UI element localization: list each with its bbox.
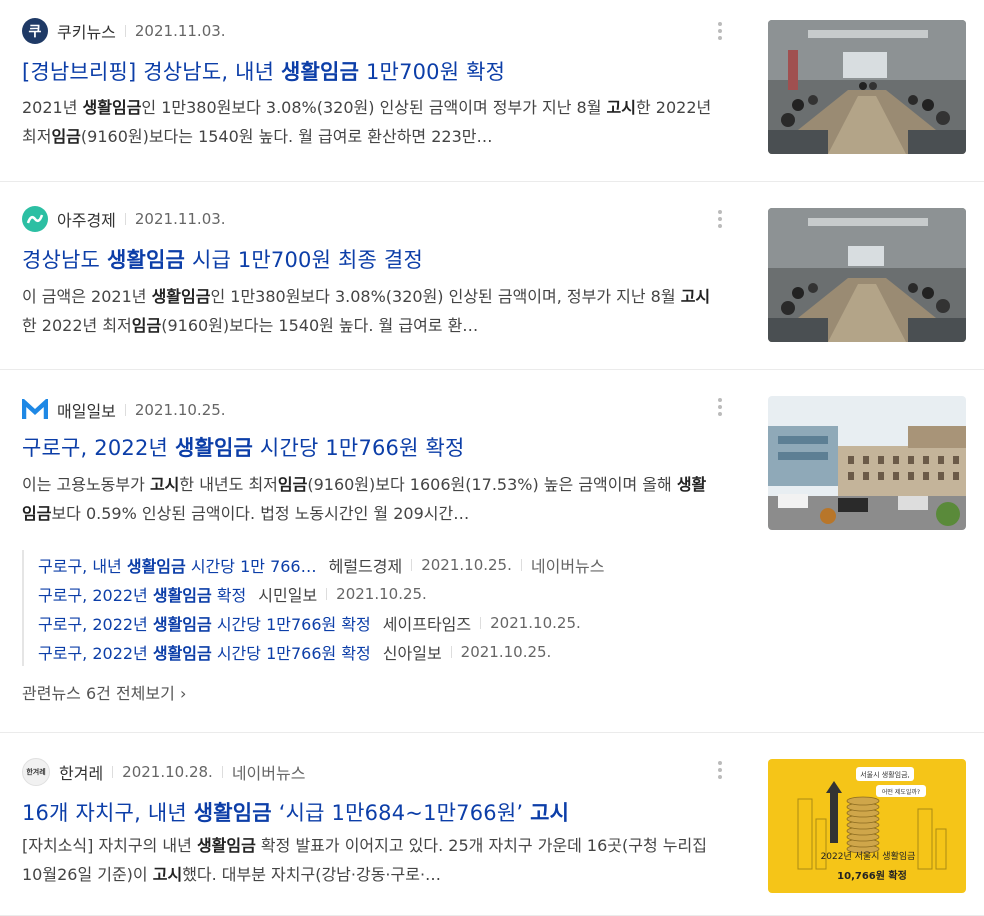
related-date: 2021.10.25. <box>336 584 427 603</box>
article-description[interactable]: 2021년 생활임금인 1만380원보다 3.08%(320원) 인상된 금액이… <box>22 93 720 151</box>
office-building-image <box>768 396 966 530</box>
chevron-right-icon: › <box>179 684 187 703</box>
separator <box>124 213 126 225</box>
related-news-item: 구로구, 2022년 생활임금 시간당 1만766원 확정 신아일보 2021.… <box>38 637 604 666</box>
press-name[interactable]: 한겨레 <box>59 760 103 784</box>
related-date: 2021.10.25. <box>460 642 552 661</box>
article-title[interactable]: 구로구, 2022년 생활임금 시간당 1만766원 확정 <box>22 432 465 462</box>
separator <box>450 645 452 658</box>
article-title[interactable]: 16개 자치구, 내년 생활임금 ‘시급 1만684~1만766원’ 고시 <box>22 797 569 827</box>
press-logo[interactable] <box>22 206 48 232</box>
press-logo-text: 한겨레 <box>26 768 46 776</box>
naver-news-link[interactable]: 네이버뉴스 <box>531 553 605 577</box>
infographic-text-3: 2022년 서울시 생활임금 <box>821 850 916 862</box>
related-news-more-link[interactable]: 관련뉴스 6건 전체보기 › <box>22 680 186 704</box>
related-news-list: 구로구, 내년 생활임금 시간당 1만 766… 헤럴드경제 2021.10.2… <box>22 550 604 666</box>
source-row: 아주경제 2021.11.03. <box>22 206 226 232</box>
infographic-text-1: 서울시 생활임금, <box>860 770 910 779</box>
more-options-icon[interactable] <box>716 761 724 779</box>
press-logo-text: 쿠 <box>28 24 42 40</box>
separator <box>411 558 413 571</box>
article-date: 2021.10.28. <box>122 763 213 781</box>
related-date: 2021.10.25. <box>490 613 581 632</box>
related-news-item: 구로구, 내년 생활임금 시간당 1만 766… 헤럴드경제 2021.10.2… <box>38 550 604 579</box>
news-item: 매일일보 2021.10.25. 구로구, 2022년 생활임금 시간당 1만7… <box>0 370 984 733</box>
related-press-name[interactable]: 세이프타임즈 <box>383 611 471 635</box>
aju-logo-icon <box>26 214 44 224</box>
separator <box>124 404 126 416</box>
source-row: 매일일보 2021.10.25. <box>22 397 226 423</box>
source-row: 쿠 쿠키뉴스 2021.11.03. <box>22 18 226 44</box>
article-date: 2021.11.03. <box>134 210 226 228</box>
article-date: 2021.10.25. <box>134 401 226 419</box>
naver-news-link[interactable]: 네이버뉴스 <box>232 760 306 784</box>
related-news-item: 구로구, 2022년 생활임금 확정 시민일보 2021.10.25. <box>38 579 604 608</box>
press-logo[interactable] <box>22 397 48 423</box>
article-thumbnail[interactable] <box>768 208 966 342</box>
separator <box>124 25 126 37</box>
more-options-icon[interactable] <box>716 398 724 416</box>
more-options-icon[interactable] <box>716 210 724 228</box>
press-name[interactable]: 쿠키뉴스 <box>57 19 116 43</box>
article-thumbnail[interactable] <box>768 20 966 154</box>
related-press-name[interactable]: 시민일보 <box>258 582 317 606</box>
related-news-item: 구로구, 2022년 생활임금 시간당 1만766원 확정 세이프타임즈 202… <box>38 608 604 637</box>
meeting-room-image <box>768 208 966 342</box>
related-news-title[interactable]: 구로구, 2022년 생활임금 확정 <box>38 582 246 606</box>
separator <box>520 558 522 571</box>
maeil-logo-icon <box>22 399 48 419</box>
separator <box>112 766 114 778</box>
article-title[interactable]: [경남브리핑] 경상남도, 내년 생활임금 1만700원 확정 <box>22 56 505 86</box>
meeting-room-image <box>768 20 966 154</box>
article-title[interactable]: 경상남도 생활임금 시급 1만700원 최종 결정 <box>22 244 423 274</box>
news-item: 한겨레 한겨레 2021.10.28. 네이버뉴스 16개 자치구, 내년 생활… <box>0 733 984 916</box>
related-press-name[interactable]: 헤럴드경제 <box>329 553 403 577</box>
press-name[interactable]: 매일일보 <box>57 398 116 422</box>
news-item: 쿠 쿠키뉴스 2021.11.03. [경남브리핑] 경상남도, 내년 생활임금… <box>0 0 984 182</box>
related-news-title[interactable]: 구로구, 2022년 생활임금 시간당 1만766원 확정 <box>38 611 371 635</box>
infographic-text-2: 어떤 제도일까? <box>882 788 920 796</box>
article-description[interactable]: 이는 고용노동부가 고시한 내년도 최저임금(9160원)보다 1606원(17… <box>22 470 720 528</box>
source-row: 한겨레 한겨레 2021.10.28. 네이버뉴스 <box>22 758 306 786</box>
related-news-title[interactable]: 구로구, 2022년 생활임금 시간당 1만766원 확정 <box>38 640 371 664</box>
separator <box>480 616 482 629</box>
related-date: 2021.10.25. <box>421 555 512 574</box>
press-logo[interactable]: 쿠 <box>22 18 48 44</box>
related-news-title[interactable]: 구로구, 내년 생활임금 시간당 1만 766… <box>38 553 317 577</box>
article-thumbnail[interactable] <box>768 396 966 530</box>
article-thumbnail[interactable]: 서울시 생활임금, 어떤 제도일까? 2022년 서울시 생활임금 10,766… <box>768 759 966 893</box>
more-options-icon[interactable] <box>716 22 724 40</box>
infographic-text-4: 10,766원 확정 <box>837 869 907 882</box>
separator <box>221 766 223 778</box>
news-item: 아주경제 2021.11.03. 경상남도 생활임금 시급 1만700원 최종 … <box>0 182 984 370</box>
living-wage-infographic-image: 서울시 생활임금, 어떤 제도일까? 2022년 서울시 생활임금 10,766… <box>768 759 966 893</box>
related-press-name[interactable]: 신아일보 <box>383 640 442 664</box>
press-logo[interactable]: 한겨레 <box>22 758 50 786</box>
article-description[interactable]: 이 금액은 2021년 생활임금인 1만380원보다 3.08%(320원) 인… <box>22 282 720 340</box>
article-date: 2021.11.03. <box>134 22 226 40</box>
separator <box>326 587 328 600</box>
press-name[interactable]: 아주경제 <box>57 207 116 231</box>
article-description[interactable]: [자치소식] 자치구의 내년 생활임금 확정 발표가 이어지고 있다. 25개 … <box>22 831 720 889</box>
